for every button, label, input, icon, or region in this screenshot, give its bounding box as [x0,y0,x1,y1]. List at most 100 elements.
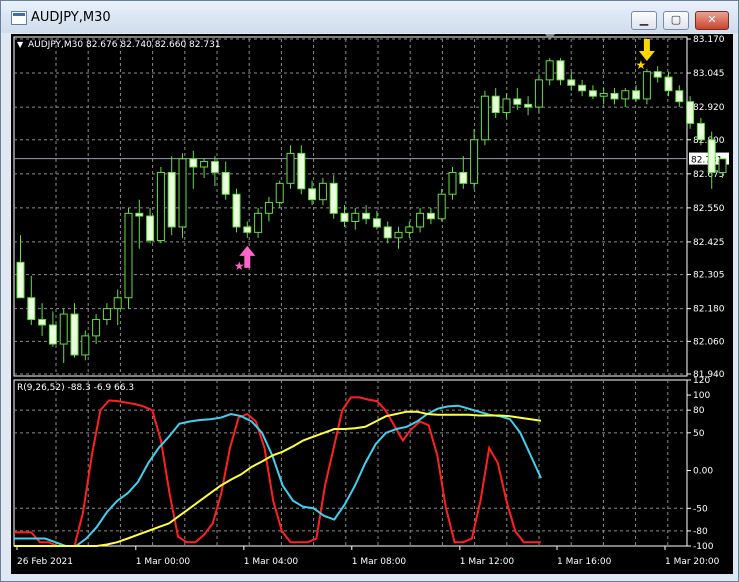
candle [383,226,392,239]
candle [513,98,522,105]
chart-window: AUDJPY,M30 ▁ ▢ ✕ 83.17083.04582.92082.80… [0,0,739,582]
time-axis-label: 1 Mar 20:00 [665,557,720,567]
candle [621,90,630,100]
candle [491,95,500,114]
candle [524,103,533,108]
indicator-tick-label: 120 [693,376,710,386]
candle [632,90,641,100]
candle [200,161,209,168]
candle [264,201,273,214]
candle [156,171,165,242]
time-axis-label: 1 Mar 16:00 [557,557,612,567]
candle [588,90,597,97]
candle [254,212,263,233]
candle [38,319,47,326]
candle [135,212,144,217]
chart-canvas[interactable]: 83.17083.04582.92082.80082.67582.55082.4… [11,34,733,574]
candle [318,182,327,201]
indicator-tick-label: 0.00 [693,467,713,477]
candle [146,215,155,242]
indicator-tick-label: -50 [693,504,708,514]
candle [707,139,716,173]
candle [178,158,187,228]
candle [232,193,241,228]
window-title: AUDJPY,M30 [31,10,111,25]
current-price-label: 82.731 [691,156,723,166]
chart-area[interactable]: 83.17083.04582.92082.80082.67582.55082.4… [11,34,733,574]
star-icon: ★ [234,259,245,273]
candle [642,71,651,100]
candle [102,308,111,321]
candle [675,90,684,103]
close-button[interactable]: ✕ [695,11,729,30]
candle [405,226,414,233]
candle [70,313,79,356]
candle [664,76,673,92]
indicator-tick-label: -80 [693,527,708,537]
indicator-tick-label: 50 [693,429,705,439]
time-axis-label: 1 Mar 00:00 [136,557,191,567]
candle [81,335,90,356]
time-axis-label: 1 Mar 08:00 [352,557,407,567]
candle [59,313,68,345]
price-tick-label: 82.060 [693,337,725,347]
candle [653,71,662,78]
price-tick-label: 82.425 [693,238,725,248]
candle [556,60,565,81]
restore-button[interactable]: ▢ [663,11,689,30]
candle [567,79,576,86]
chart-menu-icon: ▼ [17,40,24,49]
candle [437,193,446,220]
indicator-tick-label: -100 [693,542,714,552]
candle [210,161,219,173]
price-tick-label: 82.550 [693,204,725,214]
time-axis-label: 1 Mar 04:00 [244,557,299,567]
candle [113,297,122,310]
indicator-border [13,379,688,547]
candle [124,212,133,299]
time-axis-label: 1 Mar 12:00 [460,557,515,567]
candle [362,212,371,220]
candle [470,139,479,184]
chart-header: AUDJPY,M30 82.676 82.740 82.660 82.731 [28,40,221,50]
star-icon: ★ [636,58,647,72]
candle [167,171,176,228]
candle [480,95,489,141]
candle [534,79,543,108]
candle [221,171,230,195]
indicator-line [14,410,542,547]
candle [686,101,695,124]
candle [394,231,403,239]
candle [275,182,284,203]
candle [502,98,511,114]
price-tick-label: 82.180 [693,305,725,315]
candle [189,158,198,168]
candle [372,218,381,228]
candle [340,212,349,222]
candle [545,60,554,81]
price-tick-label: 83.170 [693,35,725,45]
candle [426,212,435,220]
title-bar[interactable]: AUDJPY,M30 ▁ ▢ ✕ [1,1,738,33]
candle [718,158,727,173]
candle [92,319,101,337]
candle [48,324,57,345]
candle [448,171,457,195]
candle [599,92,608,97]
indicator-line [14,404,542,547]
minimize-button[interactable]: ▁ [631,11,657,30]
indicator-header: R(9,26,52) -88.3 -6.9 66.3 [17,383,134,393]
candle [297,152,306,190]
candle [329,182,338,214]
indicator-tick-label: 80 [693,406,705,416]
candle [308,188,317,201]
candle [459,171,468,184]
price-tick-label: 83.045 [693,69,725,79]
candle [16,261,25,299]
indicator-tick-label: 100 [693,391,710,401]
candle [27,297,36,321]
price-tick-label: 82.305 [693,271,725,281]
time-axis-label: 26 Feb 2021 [17,557,73,567]
candle [610,92,619,100]
candle [696,122,705,141]
